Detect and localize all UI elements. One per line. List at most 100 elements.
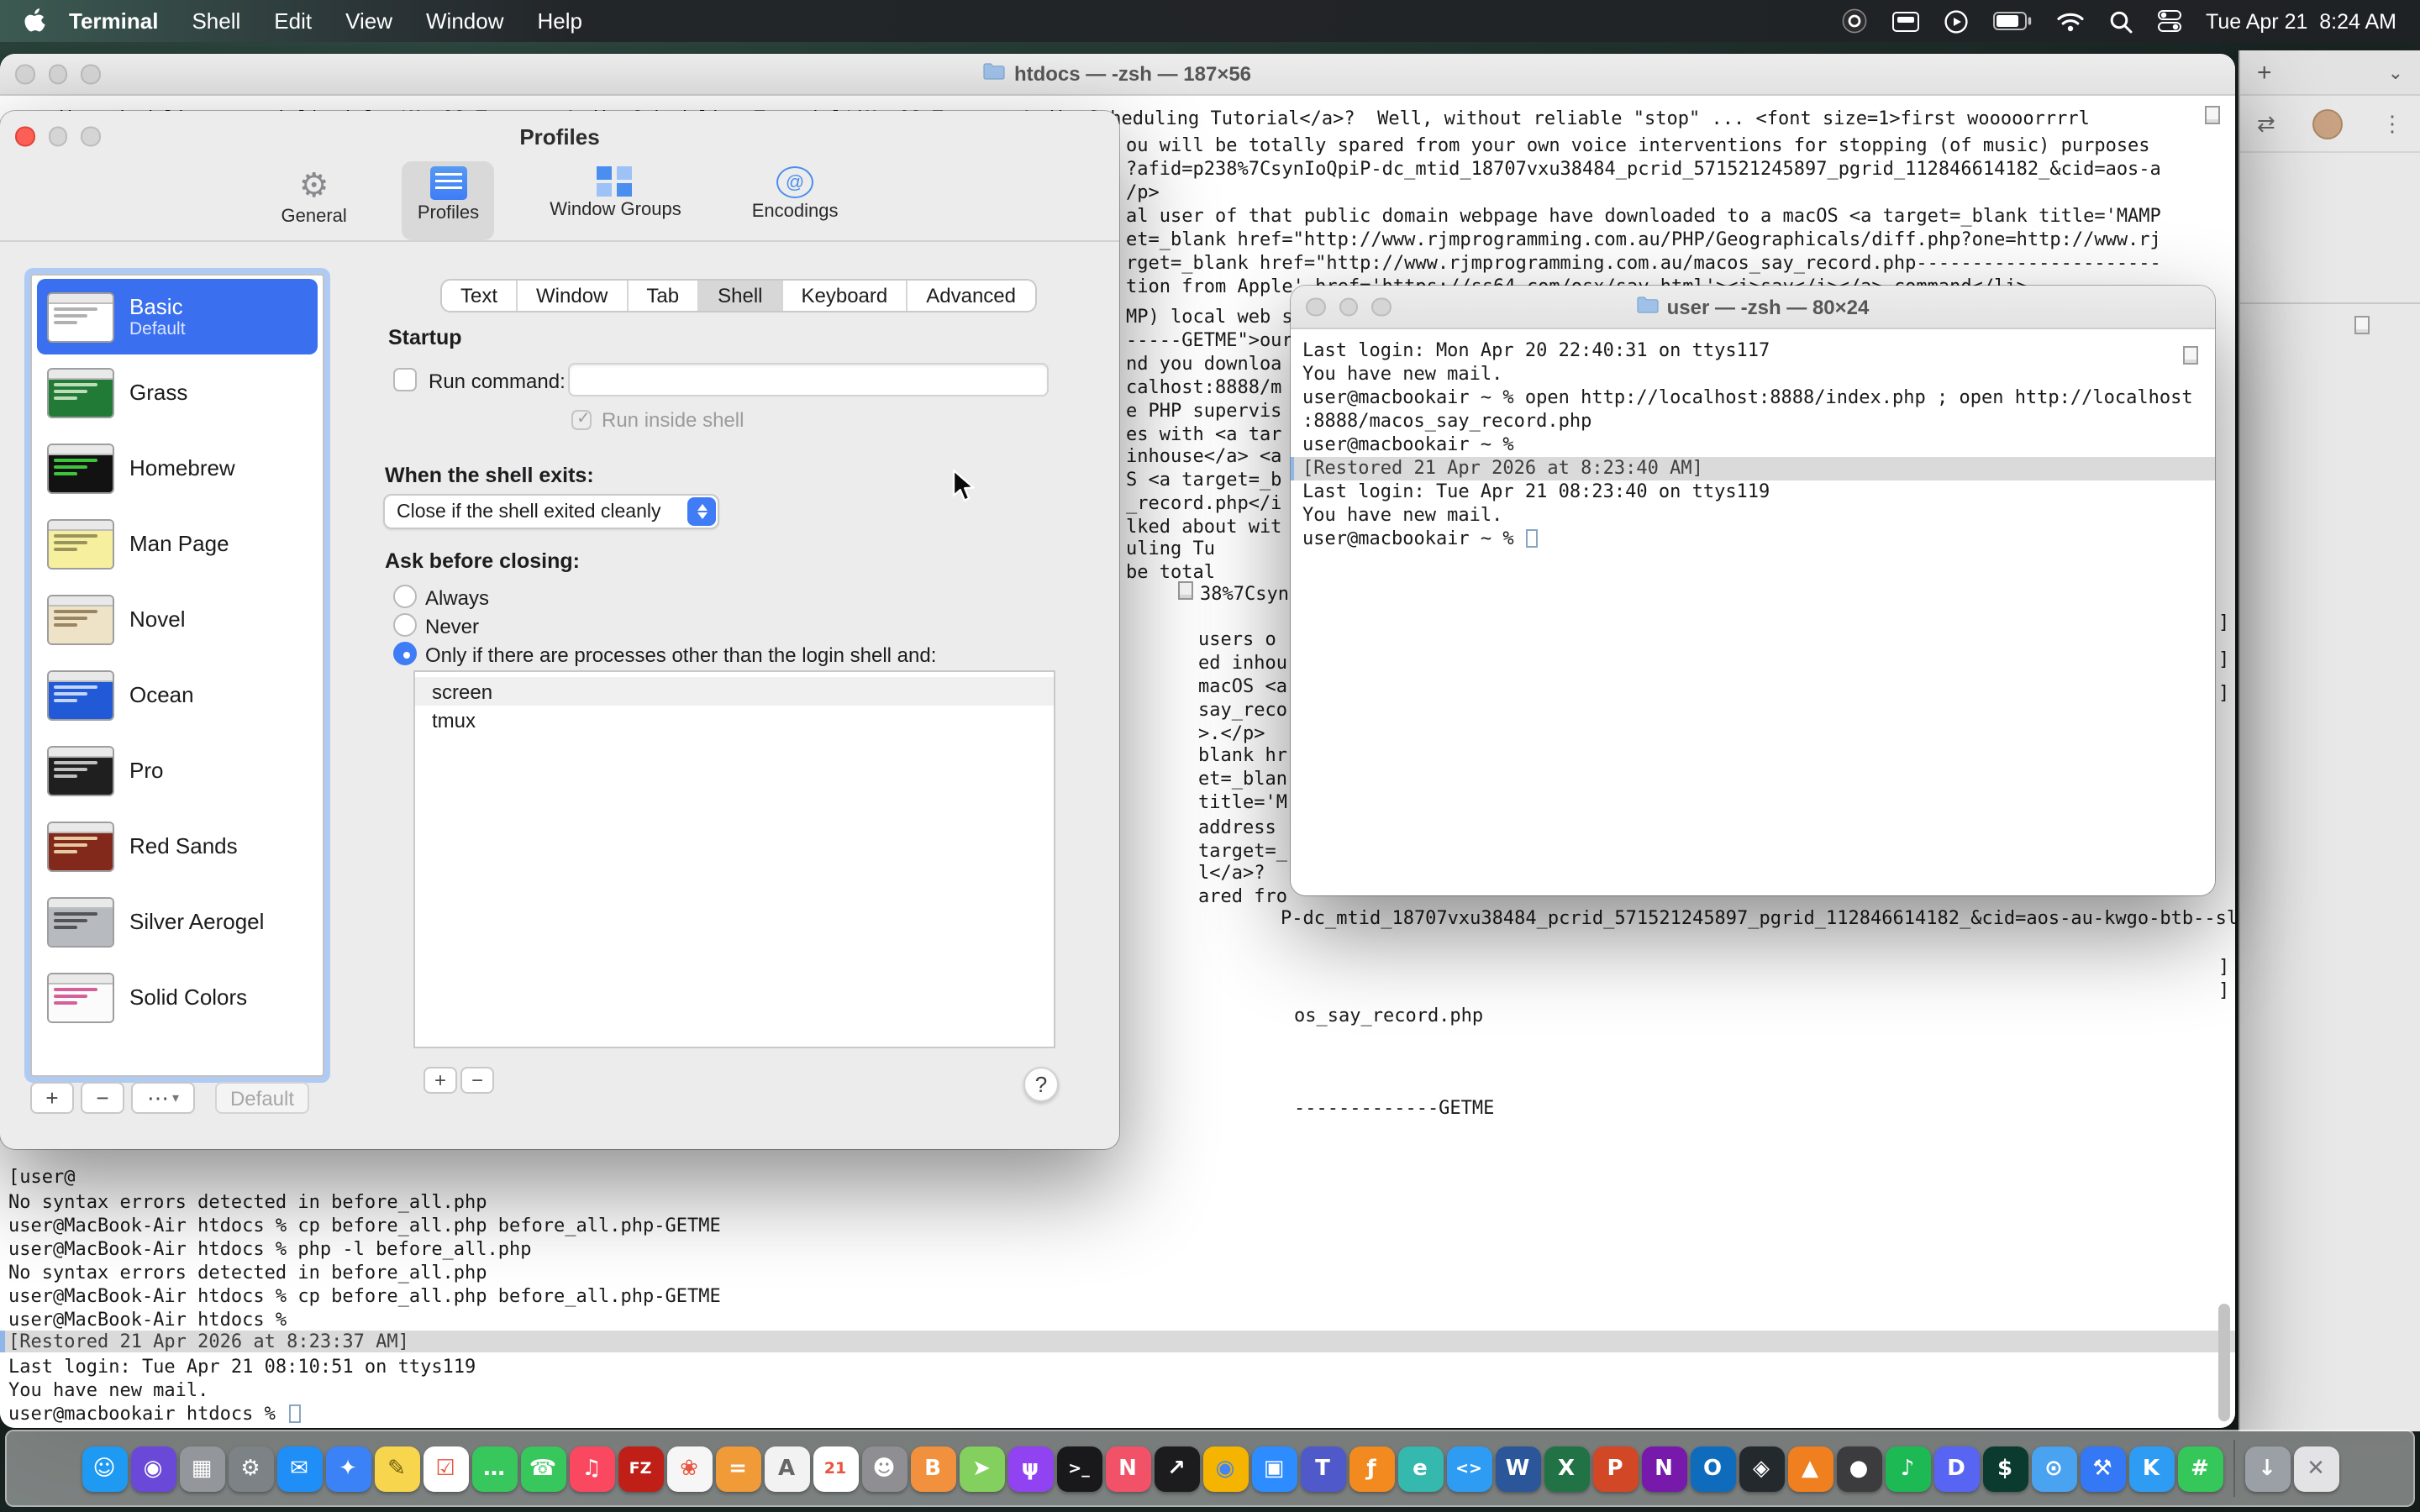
tab-tab[interactable]: Tab bbox=[628, 281, 699, 311]
control-center-icon[interactable] bbox=[2157, 10, 2181, 32]
shell-exits-dropdown[interactable]: Close if the shell exited cleanly bbox=[383, 494, 719, 529]
default-button[interactable]: Default bbox=[215, 1082, 309, 1114]
dock-mail[interactable]: ✉ bbox=[276, 1446, 322, 1491]
dock-firefox[interactable]: ƒ bbox=[1349, 1446, 1394, 1491]
run-command-input[interactable] bbox=[568, 363, 1049, 396]
dock-maps[interactable]: ➤ bbox=[959, 1446, 1004, 1491]
dock-notes[interactable]: ✎ bbox=[374, 1446, 419, 1491]
radio-only-if-processes[interactable] bbox=[393, 642, 417, 665]
dock-excel[interactable]: X bbox=[1544, 1446, 1589, 1491]
dock-github[interactable]: ◈ bbox=[1739, 1446, 1784, 1491]
dock-vlc[interactable]: ▲ bbox=[1787, 1446, 1833, 1491]
add-process-button[interactable]: + bbox=[424, 1067, 457, 1094]
terminal-content[interactable]: Last login: Mon Apr 20 22:40:31 on ttys1… bbox=[1291, 329, 2215, 895]
dock-facetime[interactable]: ☎ bbox=[520, 1446, 566, 1491]
chevron-down-icon[interactable]: ⌄ bbox=[2388, 61, 2403, 83]
dock-safari[interactable]: ✦ bbox=[325, 1446, 371, 1491]
swap-icon[interactable]: ⇄ bbox=[2257, 110, 2275, 137]
toolbar-profiles[interactable]: Profiles bbox=[402, 161, 494, 240]
dock-music[interactable]: ♫ bbox=[569, 1446, 614, 1491]
toolbar-encodings[interactable]: Encodings bbox=[737, 161, 854, 240]
tab-keyboard[interactable]: Keyboard bbox=[783, 281, 908, 311]
menu-shell[interactable]: Shell bbox=[175, 8, 257, 34]
dock-messages[interactable]: … bbox=[471, 1446, 517, 1491]
dock-onenote[interactable]: N bbox=[1641, 1446, 1686, 1491]
dock-outlook[interactable]: O bbox=[1690, 1446, 1735, 1491]
dock-launchpad[interactable]: ▦ bbox=[179, 1446, 224, 1491]
apple-menu[interactable] bbox=[24, 8, 45, 34]
dock-terminal[interactable]: >_ bbox=[1056, 1446, 1102, 1491]
new-tab-button[interactable]: + bbox=[2257, 58, 2272, 87]
run-inside-shell-checkbox[interactable] bbox=[571, 410, 592, 430]
dock-zoom[interactable]: ▣ bbox=[1251, 1446, 1297, 1491]
dock-teams[interactable]: T bbox=[1300, 1446, 1345, 1491]
avatar[interactable] bbox=[2313, 108, 2344, 139]
minimize-button[interactable] bbox=[48, 127, 67, 146]
tab-shell[interactable]: Shell bbox=[699, 281, 782, 311]
toolbar-window-groups[interactable]: Window Groups bbox=[534, 161, 697, 240]
minimize-button[interactable] bbox=[1339, 297, 1358, 317]
menu-edit[interactable]: Edit bbox=[257, 8, 329, 34]
dock-obs[interactable]: ● bbox=[1836, 1446, 1881, 1491]
dock-stocks[interactable]: ↗ bbox=[1154, 1446, 1199, 1491]
remove-process-button[interactable]: − bbox=[460, 1067, 494, 1094]
dock-filezilla[interactable]: FZ bbox=[618, 1446, 663, 1491]
tab-window[interactable]: Window bbox=[518, 281, 628, 311]
dock-word[interactable]: W bbox=[1495, 1446, 1540, 1491]
logi-status-icon[interactable] bbox=[1841, 8, 1866, 34]
profile-pro[interactable]: Pro bbox=[37, 732, 318, 808]
menu-view[interactable]: View bbox=[329, 8, 409, 34]
dock-vscode[interactable]: <> bbox=[1446, 1446, 1491, 1491]
dock-finder[interactable]: ☺ bbox=[82, 1446, 127, 1491]
profile-grass[interactable]: Grass bbox=[37, 354, 318, 430]
profile-basic[interactable]: BasicDefault bbox=[37, 279, 318, 354]
run-command-checkbox[interactable] bbox=[393, 368, 417, 391]
tab-text[interactable]: Text bbox=[442, 281, 518, 311]
profile-actions-menu[interactable]: ⋯ bbox=[131, 1082, 195, 1114]
dock-contacts[interactable]: ☻ bbox=[861, 1446, 907, 1491]
menu-help[interactable]: Help bbox=[521, 8, 600, 34]
dock-downloads[interactable]: ↓ bbox=[2244, 1446, 2290, 1491]
dock-keynote[interactable]: K bbox=[2128, 1446, 2174, 1491]
tab-advanced[interactable]: Advanced bbox=[908, 281, 1034, 311]
now-playing-icon[interactable] bbox=[1944, 9, 1967, 33]
dock-powerpoint[interactable]: P bbox=[1592, 1446, 1638, 1491]
dock-iterm[interactable]: $ bbox=[1982, 1446, 2028, 1491]
profile-man-page[interactable]: Man Page bbox=[37, 506, 318, 581]
help-button[interactable]: ? bbox=[1023, 1067, 1059, 1102]
profile-homebrew[interactable]: Homebrew bbox=[37, 430, 318, 506]
minimize-button[interactable] bbox=[48, 65, 67, 84]
dock-chrome[interactable]: ◉ bbox=[1202, 1446, 1248, 1491]
profile-silver-aerogel[interactable]: Silver Aerogel bbox=[37, 884, 318, 959]
wifi-icon[interactable] bbox=[2056, 11, 2083, 31]
dock-podcasts[interactable]: ψ bbox=[1007, 1446, 1053, 1491]
profile-solid-colors[interactable]: Solid Colors bbox=[37, 959, 318, 1035]
dock-photos[interactable]: ❀ bbox=[666, 1446, 712, 1491]
dock-discord[interactable]: D bbox=[1933, 1446, 1979, 1491]
dock-calculator[interactable]: = bbox=[715, 1446, 760, 1491]
dock-xcode[interactable]: ⚒ bbox=[2080, 1446, 2125, 1491]
scrollbar[interactable] bbox=[2218, 1304, 2230, 1421]
dock-news[interactable]: N bbox=[1105, 1446, 1150, 1491]
remove-profile-button[interactable]: − bbox=[81, 1082, 124, 1114]
process-item-screen[interactable]: screen bbox=[415, 677, 1054, 706]
keyboard-icon[interactable] bbox=[1891, 11, 1918, 31]
toolbar-general[interactable]: General bbox=[266, 161, 362, 240]
dock-reminders[interactable]: ☑ bbox=[423, 1446, 468, 1491]
profile-novel[interactable]: Novel bbox=[37, 581, 318, 657]
zoom-button[interactable] bbox=[1371, 297, 1391, 317]
dock-siri[interactable]: ◉ bbox=[130, 1446, 176, 1491]
profile-red-sands[interactable]: Red Sands bbox=[37, 808, 318, 884]
add-profile-button[interactable]: + bbox=[30, 1082, 74, 1114]
dock-settings[interactable]: ⚙ bbox=[228, 1446, 273, 1491]
dock-trash[interactable]: ✕ bbox=[2293, 1446, 2338, 1491]
dock-calendar[interactable]: 21 bbox=[813, 1446, 858, 1491]
spotlight-search-icon[interactable] bbox=[2108, 9, 2132, 33]
dock-spotify[interactable]: ♪ bbox=[1885, 1446, 1930, 1491]
menu-bar-clock[interactable]: Tue Apr 21 8:24 AM bbox=[2206, 9, 2396, 33]
user-titlebar[interactable]: user — -zsh — 80×24 bbox=[1291, 286, 2215, 329]
htdocs-titlebar[interactable]: htdocs — -zsh — 187×56 bbox=[0, 54, 2235, 96]
dock-preview[interactable]: ⊙ bbox=[2031, 1446, 2076, 1491]
battery-icon[interactable] bbox=[1992, 12, 2031, 30]
radio-never[interactable] bbox=[393, 613, 417, 637]
